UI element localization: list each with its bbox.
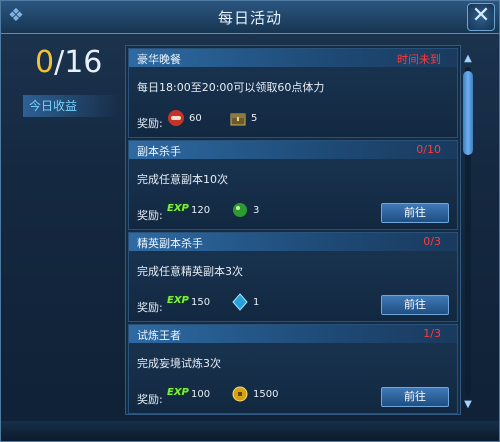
window-title: 每日活动 [217, 9, 282, 27]
activity-card-trial: 试炼王者 1/3 完成妄境试炼3次 奖励: EXP 100 1500 前往 [128, 324, 458, 414]
card-status: 0/10 [416, 143, 441, 156]
scrollbar[interactable]: ▲ ▼ [461, 53, 475, 411]
card-title: 副本杀手 [137, 145, 181, 158]
exp-icon: EXP [167, 295, 189, 306]
progress-current: 0 [35, 45, 55, 80]
reward-value: 5 [251, 113, 258, 124]
activity-list[interactable]: 豪华晚餐 时间未到 每日18:00至20:00可以领取60点体力 奖励: 60 … [125, 45, 461, 415]
card-header: 精英副本杀手 0/3 [129, 233, 457, 251]
reward-value: 100 [191, 389, 211, 400]
reward-value: 60 [189, 113, 202, 124]
summary-panel: 0/16 今日收益 [23, 45, 119, 155]
exp-icon: EXP [167, 203, 189, 214]
card-status: 时间未到 [397, 53, 441, 66]
card-status: 1/3 [423, 327, 441, 340]
scroll-down-button[interactable]: ▼ [461, 399, 475, 411]
daily-activity-window: ❖ 每日活动 ✕ 0/16 今日收益 豪华晚餐 时间未到 每日18:00至20:… [0, 0, 500, 442]
card-header: 副本杀手 0/10 [129, 141, 457, 159]
scroll-up-button[interactable]: ▲ [461, 53, 475, 65]
activity-card-dinner: 豪华晚餐 时间未到 每日18:00至20:00可以领取60点体力 奖励: 60 … [128, 48, 458, 138]
reward-label: 奖励: [137, 301, 163, 314]
progress-total: /16 [54, 45, 103, 80]
goto-button[interactable]: 前往 [381, 387, 449, 407]
close-button[interactable]: ✕ [467, 3, 495, 31]
card-title: 豪华晚餐 [137, 53, 181, 66]
card-description: 完成妄境试炼3次 [137, 357, 221, 370]
card-title: 精英副本杀手 [137, 237, 203, 250]
crystal-icon [231, 293, 249, 315]
card-description: 完成任意精英副本3次 [137, 265, 243, 278]
scroll-thumb[interactable] [463, 71, 473, 155]
exp-icon: EXP [167, 387, 189, 398]
triangle-up-icon: ▲ [464, 53, 472, 64]
bottom-bar [1, 421, 499, 441]
card-description: 每日18:00至20:00可以领取60点体力 [137, 81, 325, 94]
reward-value: 120 [191, 205, 211, 216]
green-gem-icon [231, 201, 249, 223]
reward-label: 奖励: [137, 209, 163, 222]
reward-value: 3 [253, 205, 260, 216]
meat-icon [167, 109, 185, 131]
card-status: 0/3 [423, 235, 441, 248]
gold-coin-icon [231, 385, 249, 407]
reward-value: 150 [191, 297, 211, 308]
close-icon: ✕ [471, 3, 491, 28]
treasure-box-icon [229, 109, 247, 131]
activity-card-dungeon: 副本杀手 0/10 完成任意副本10次 奖励: EXP 120 3 前往 [128, 140, 458, 230]
reward-label: 奖励: [137, 117, 163, 130]
goto-button[interactable]: 前往 [381, 295, 449, 315]
reward-value: 1500 [253, 389, 279, 400]
goto-button[interactable]: 前往 [381, 203, 449, 223]
activity-card-elite-dungeon: 精英副本杀手 0/3 完成任意精英副本3次 奖励: EXP 150 1 前往 [128, 232, 458, 322]
title-bar: ❖ 每日活动 ✕ [1, 1, 499, 34]
card-header: 试炼王者 1/3 [129, 325, 457, 343]
card-header: 豪华晚餐 时间未到 [129, 49, 457, 67]
card-title: 试炼王者 [137, 329, 181, 342]
triangle-down-icon: ▼ [464, 399, 472, 410]
progress-counter: 0/16 [35, 45, 102, 80]
reward-label: 奖励: [137, 393, 163, 406]
today-income-tab[interactable]: 今日收益 [23, 95, 119, 117]
reward-value: 1 [253, 297, 260, 308]
card-description: 完成任意副本10次 [137, 173, 228, 186]
